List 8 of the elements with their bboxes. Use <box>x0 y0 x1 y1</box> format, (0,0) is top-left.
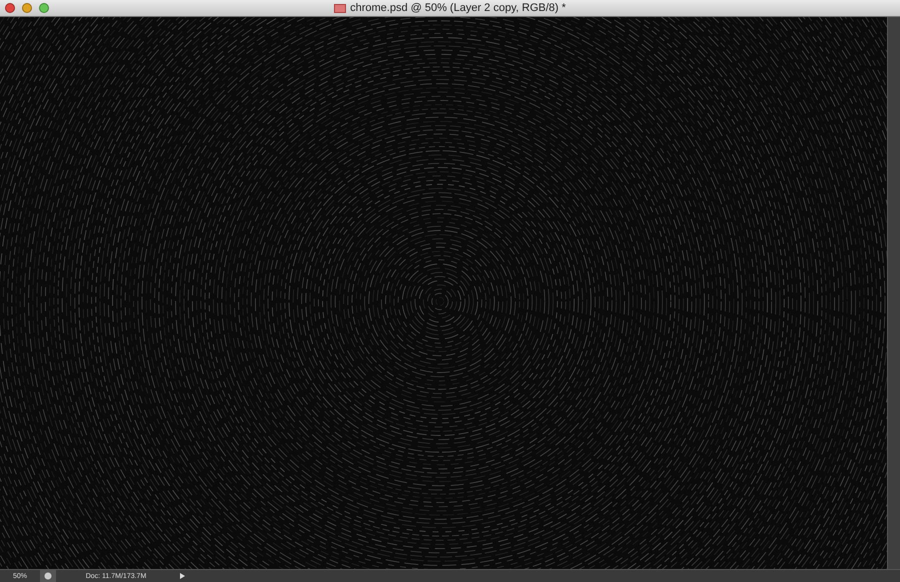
document-icon <box>334 4 346 12</box>
minimize-button[interactable] <box>22 3 32 13</box>
triangle-right-icon <box>180 573 184 579</box>
zoom-button[interactable] <box>39 3 49 13</box>
close-button[interactable] <box>5 3 15 13</box>
status-menu-button[interactable] <box>40 570 56 582</box>
window-title: chrome.psd @ 50% (Layer 2 copy, RGB/8) * <box>350 2 566 14</box>
scrollbar[interactable] <box>887 17 900 569</box>
